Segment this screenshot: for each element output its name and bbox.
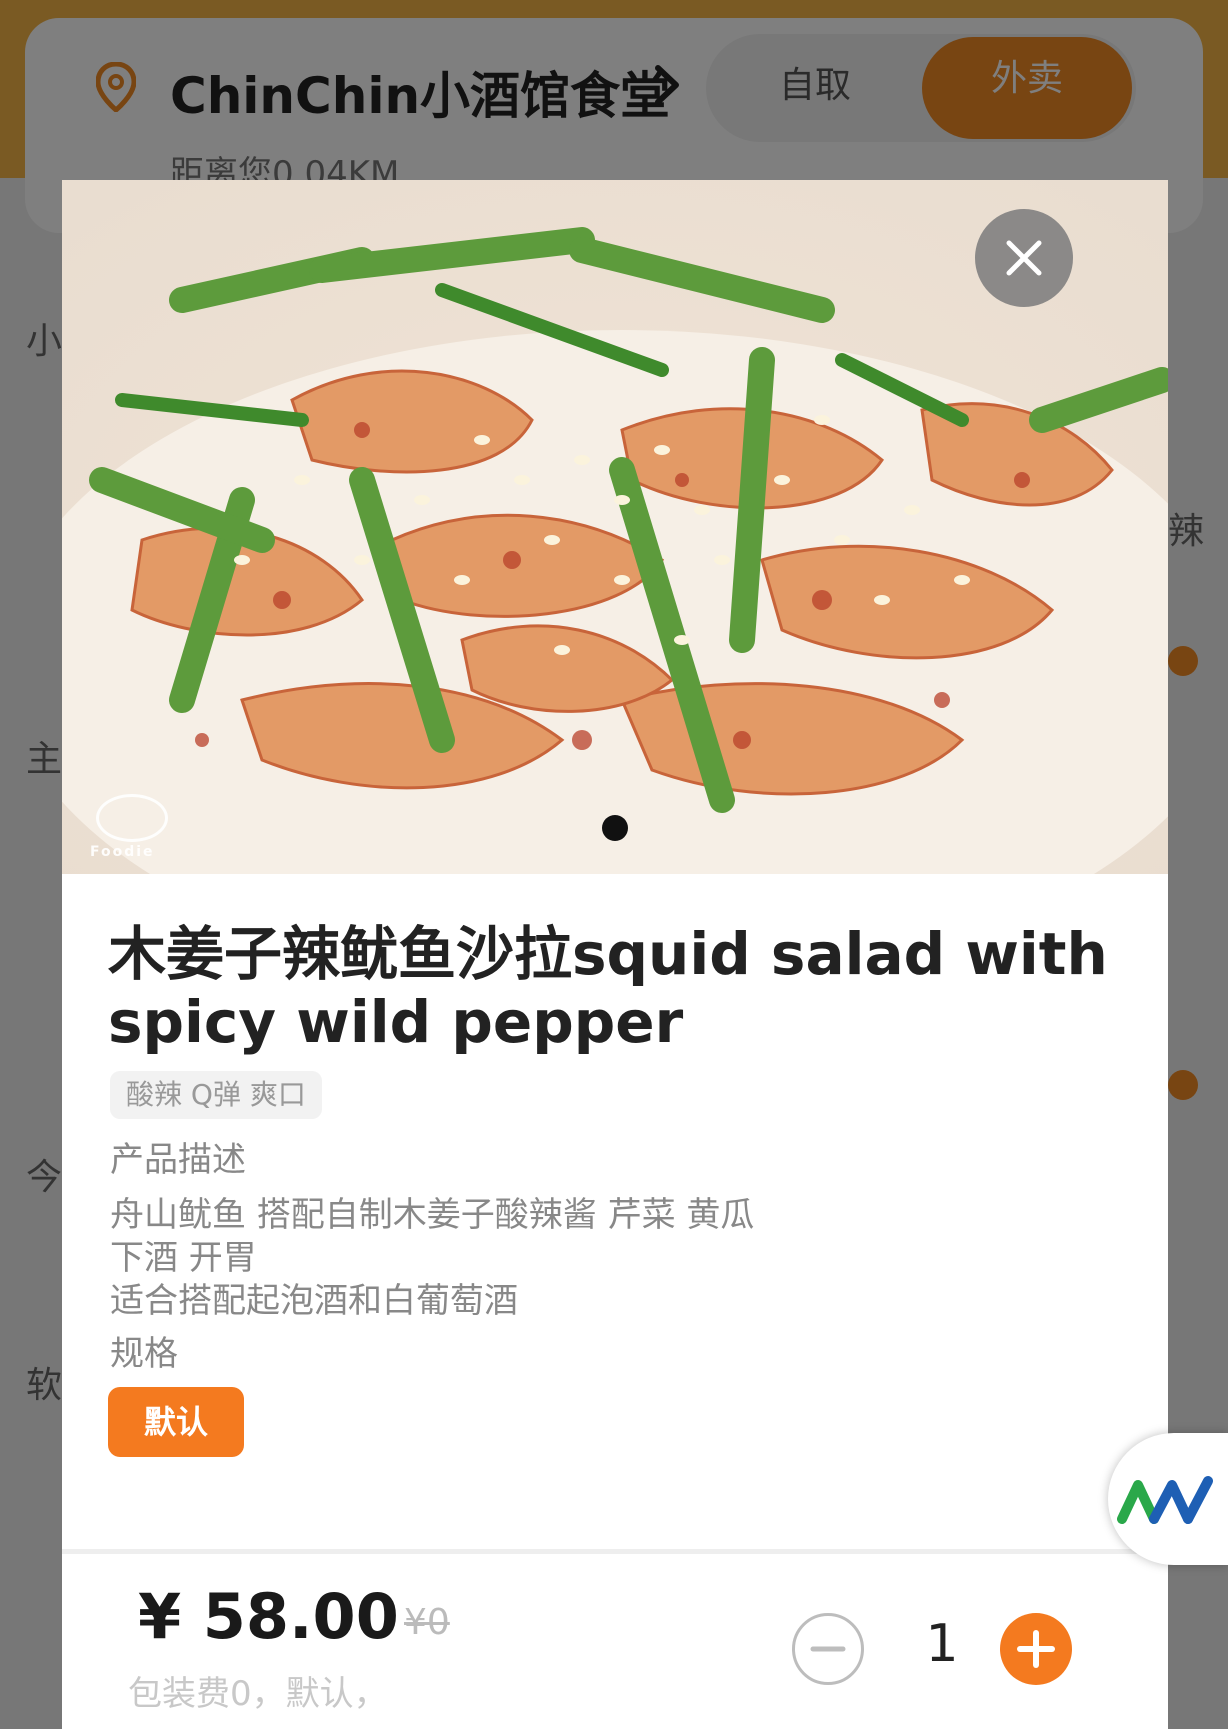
description-line: 下酒 开胃 xyxy=(110,1238,257,1278)
product-title: 木姜子辣鱿鱼沙拉squid salad with spicy wild pepp… xyxy=(108,920,1108,1056)
packing-fee-note: 包装费0，默认， xyxy=(128,1674,388,1714)
product-detail-modal: Foodie 木姜子辣鱿鱼沙拉squid salad with spicy wi… xyxy=(62,180,1168,1729)
watermark-text: Foodie xyxy=(90,844,155,860)
description-line: 舟山鱿鱼 搭配自制木姜子酸辣酱 芹菜 黄瓜 xyxy=(110,1195,755,1235)
carousel-indicator-dot[interactable] xyxy=(602,815,628,841)
increase-quantity-button[interactable] xyxy=(1000,1613,1072,1685)
decrease-quantity-button[interactable] xyxy=(792,1613,864,1685)
app-logo-icon xyxy=(1117,1476,1213,1524)
price: ¥ 58.00 xyxy=(138,1580,399,1653)
plus-icon xyxy=(1017,1630,1055,1668)
product-tags: 酸辣 Q弹 爽口 xyxy=(110,1071,322,1119)
minus-icon xyxy=(810,1646,846,1652)
description-line: 适合搭配起泡酒和白葡萄酒 xyxy=(110,1281,518,1321)
spec-option-default[interactable]: 默认 xyxy=(108,1387,244,1457)
original-price: ¥0 xyxy=(404,1602,450,1643)
spec-label: 规格 xyxy=(110,1334,178,1374)
close-icon xyxy=(1006,240,1042,276)
quantity-value: 1 xyxy=(925,1614,959,1674)
close-button[interactable] xyxy=(975,209,1073,307)
floating-app-button[interactable] xyxy=(1108,1433,1228,1565)
foodie-watermark-logo: Foodie xyxy=(90,794,180,864)
description-label: 产品描述 xyxy=(110,1140,246,1180)
